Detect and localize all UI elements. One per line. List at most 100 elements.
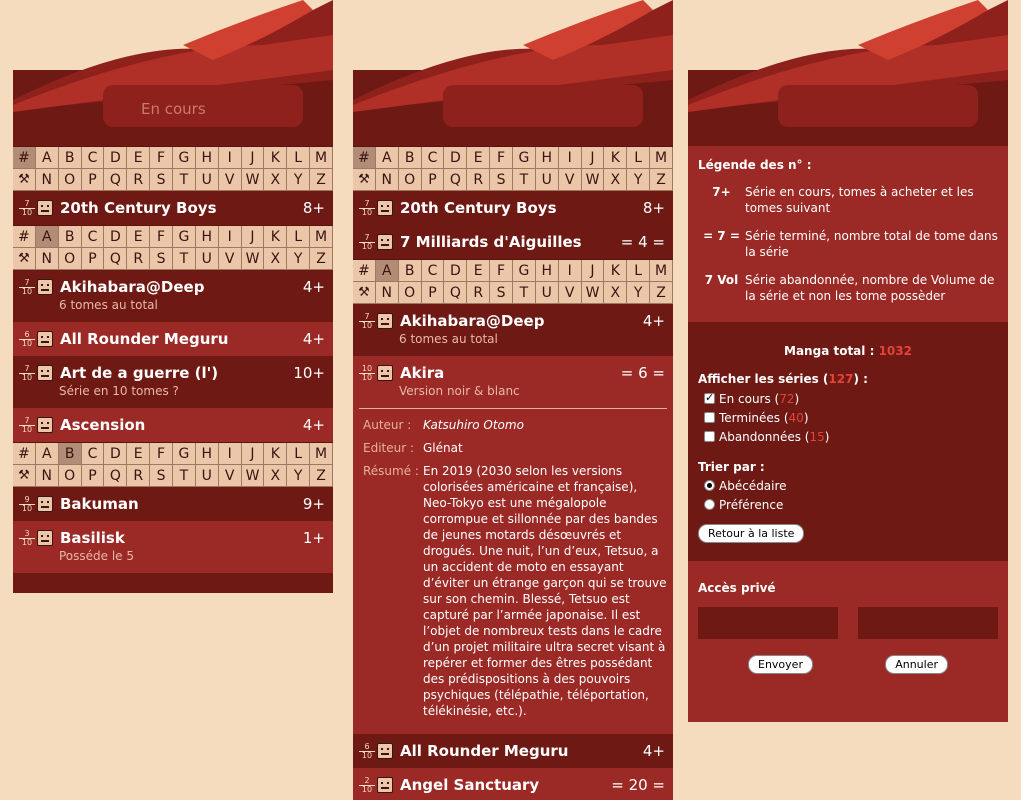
login-field[interactable] [698, 607, 838, 639]
alpha-o[interactable]: O [58, 465, 82, 487]
alpha-t[interactable]: T [513, 282, 536, 304]
alpha-r[interactable]: R [127, 248, 151, 270]
tools-icon[interactable]: ⚒ [353, 282, 376, 304]
checkbox-abandonnees[interactable] [704, 431, 715, 442]
alpha-l[interactable]: L [627, 147, 651, 169]
alpha-h[interactable]: H [195, 226, 219, 248]
alpha-w[interactable]: W [241, 169, 265, 191]
alpha-h[interactable]: H [535, 147, 559, 169]
alpha-g[interactable]: G [513, 147, 536, 169]
alpha-j[interactable]: J [241, 226, 265, 248]
filter-abandonnees[interactable]: Abandonnées (15) [704, 427, 998, 446]
alpha-y[interactable]: Y [627, 282, 651, 304]
alpha-j[interactable]: J [241, 147, 265, 169]
alpha-y[interactable]: Y [287, 169, 311, 191]
alpha-e[interactable]: E [467, 260, 491, 282]
alpha-q[interactable]: Q [104, 465, 128, 487]
alpha-z[interactable]: Z [310, 169, 333, 191]
alpha-d[interactable]: D [104, 443, 128, 465]
alpha-x[interactable]: X [264, 169, 288, 191]
alpha-g[interactable]: G [173, 147, 196, 169]
alpha-n[interactable]: N [35, 465, 59, 487]
alpha-w[interactable]: W [241, 248, 265, 270]
alpha-l[interactable]: L [627, 260, 651, 282]
series-item[interactable]: 2 10 Angel Sanctuary = 20 = [353, 768, 673, 800]
alpha-k[interactable]: K [264, 147, 288, 169]
alpha-f[interactable]: F [490, 147, 513, 169]
alpha-l[interactable]: L [287, 226, 311, 248]
alpha-v[interactable]: V [558, 282, 582, 304]
alpha-v[interactable]: V [558, 169, 582, 191]
send-button[interactable]: Envoyer [748, 655, 813, 674]
series-item[interactable]: 9 10 Bakuman 9+ [13, 487, 333, 521]
alpha-t[interactable]: T [173, 248, 196, 270]
radio-abecedaire[interactable] [704, 480, 715, 491]
alpha-v[interactable]: V [218, 248, 242, 270]
alpha-m[interactable]: M [310, 443, 333, 465]
alpha-z[interactable]: Z [650, 169, 673, 191]
filter-terminees[interactable]: Terminées (40) [704, 408, 998, 427]
alpha-t[interactable]: T [173, 465, 196, 487]
alpha-c[interactable]: C [81, 147, 105, 169]
alpha-a[interactable]: A [375, 260, 399, 282]
sort-abecedaire[interactable]: Abécédaire [704, 476, 998, 495]
alpha-b[interactable]: B [398, 260, 422, 282]
alpha-h[interactable]: H [195, 147, 219, 169]
cancel-button[interactable]: Annuler [885, 655, 948, 674]
alpha-k[interactable]: K [604, 147, 628, 169]
alpha-d[interactable]: D [444, 260, 468, 282]
alpha-e[interactable]: E [127, 147, 151, 169]
alpha-l[interactable]: L [287, 443, 311, 465]
alpha-a[interactable]: A [35, 147, 59, 169]
alpha-p[interactable]: P [421, 282, 445, 304]
series-item-expanded[interactable]: 10 10 Akira = 6 = Version noir & blanc Au… [353, 356, 673, 734]
alpha-c[interactable]: C [81, 226, 105, 248]
series-item[interactable]: 6 10 All Rounder Meguru 4+ [13, 322, 333, 356]
alpha-d[interactable]: D [104, 226, 128, 248]
alpha-g[interactable]: G [173, 443, 196, 465]
alpha-a[interactable]: A [35, 226, 59, 248]
alpha-c[interactable]: C [421, 147, 445, 169]
tools-icon[interactable]: ⚒ [13, 465, 36, 487]
alpha-b[interactable]: B [58, 443, 82, 465]
alpha-f[interactable]: F [150, 443, 173, 465]
alpha-p[interactable]: P [81, 169, 105, 191]
alpha-p[interactable]: P [421, 169, 445, 191]
alpha-f[interactable]: F [490, 260, 513, 282]
series-item[interactable]: 7 10 20th Century Boys 8+ [353, 191, 673, 225]
alpha-r[interactable]: R [127, 169, 151, 191]
alpha-i[interactable]: I [218, 147, 242, 169]
alpha-z[interactable]: Z [310, 465, 333, 487]
alpha-z[interactable]: Z [310, 248, 333, 270]
sort-preference[interactable]: Préférence [704, 495, 998, 514]
alpha-m[interactable]: M [310, 226, 333, 248]
alpha-q[interactable]: Q [444, 169, 468, 191]
alpha-a[interactable]: A [375, 147, 399, 169]
alpha-m[interactable]: M [310, 147, 333, 169]
alpha-c[interactable]: C [421, 260, 445, 282]
alpha-x[interactable]: X [264, 248, 288, 270]
alpha-u[interactable]: U [195, 465, 219, 487]
alpha-p[interactable]: P [81, 248, 105, 270]
alpha-i[interactable]: I [558, 260, 582, 282]
alpha-t[interactable]: T [173, 169, 196, 191]
alpha-hash[interactable]: # [13, 226, 36, 248]
alpha-c[interactable]: C [81, 443, 105, 465]
tools-icon[interactable]: ⚒ [13, 169, 36, 191]
alpha-q[interactable]: Q [104, 248, 128, 270]
series-item[interactable]: 7 10 Akihabara@Deep 4+ 6 tomes au total [13, 270, 333, 322]
alpha-j[interactable]: J [581, 260, 605, 282]
alpha-y[interactable]: Y [287, 248, 311, 270]
alpha-u[interactable]: U [195, 248, 219, 270]
alpha-s[interactable]: S [490, 169, 513, 191]
alpha-s[interactable]: S [150, 465, 173, 487]
series-item[interactable]: 7 10 20th Century Boys 8+ [13, 191, 333, 225]
alpha-p[interactable]: P [81, 465, 105, 487]
alpha-r[interactable]: R [467, 169, 491, 191]
checkbox-en-cours[interactable] [704, 391, 715, 404]
alpha-hash[interactable]: # [13, 443, 36, 465]
alpha-d[interactable]: D [444, 147, 468, 169]
alpha-y[interactable]: Y [287, 465, 311, 487]
alpha-d[interactable]: D [104, 147, 128, 169]
alpha-n[interactable]: N [35, 169, 59, 191]
